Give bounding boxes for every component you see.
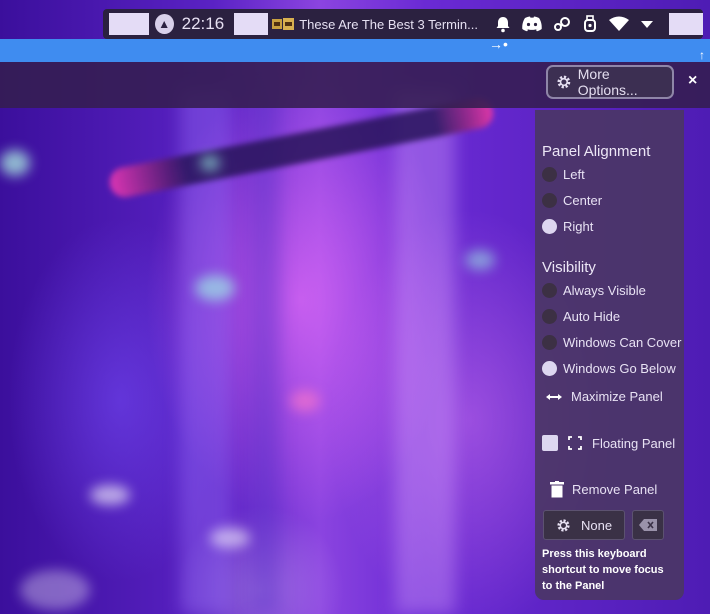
clear-shortcut-button[interactable] [632, 510, 664, 540]
panel-move-arrow-icon[interactable]: →• [489, 36, 508, 52]
discord-icon[interactable] [521, 16, 543, 32]
keyboard-shortcut-button[interactable]: None [543, 510, 625, 540]
panel-resize-arrow-icon[interactable]: ↑ [699, 48, 705, 62]
backspace-icon [639, 519, 657, 531]
floating-panel-toggle[interactable]: Floating Panel [542, 435, 675, 451]
more-options-button[interactable]: More Options... [546, 65, 674, 99]
shortcut-help-text: Press this keyboard shortcut to move foc… [542, 548, 664, 592]
radio-label: Always Visible [563, 283, 646, 298]
panel-alignment-title: Panel Alignment [542, 143, 651, 160]
floating-panel-checkbox[interactable] [542, 435, 558, 451]
visibility-title: Visibility [542, 259, 596, 276]
panel-edit-accent-bar [0, 39, 710, 62]
visibility-windows-can-cover-radio[interactable]: Windows Can Cover [542, 335, 682, 350]
steam-icon[interactable] [552, 16, 572, 32]
chevron-down-icon[interactable] [639, 18, 655, 30]
video-thumbnail-icon [272, 18, 295, 30]
alignment-center-radio[interactable]: Center [542, 193, 602, 208]
trash-icon [550, 481, 564, 498]
radio-indicator [542, 335, 557, 350]
task-item[interactable]: These Are The Best 3 Termin... [272, 16, 478, 32]
horizontal-arrows-icon [546, 393, 562, 400]
panel-spacer [234, 13, 269, 35]
panel-spacer [668, 13, 703, 35]
radio-indicator [542, 167, 557, 182]
remove-panel-button[interactable]: Remove Panel [550, 481, 657, 498]
keyboard-shortcut-value: None [581, 517, 613, 533]
gear-icon [557, 75, 571, 89]
maximize-panel-label: Maximize Panel [571, 389, 663, 404]
radio-indicator [542, 219, 557, 234]
floating-panel-label: Floating Panel [592, 435, 676, 451]
wifi-icon[interactable] [608, 16, 630, 32]
clock[interactable]: 22:16 [182, 14, 225, 34]
top-panel: ▲ 22:16 These Are The Best 3 Termin... [103, 9, 703, 39]
radio-label: Windows Can Cover [563, 335, 682, 350]
radio-indicator [542, 193, 557, 208]
radio-indicator [542, 283, 557, 298]
maximize-panel-button[interactable]: Maximize Panel [545, 389, 663, 404]
remove-panel-label: Remove Panel [572, 482, 658, 497]
task-item-title: These Are The Best 3 Termin... [299, 16, 478, 32]
visibility-windows-go-below-radio[interactable]: Windows Go Below [542, 361, 676, 376]
radio-indicator [542, 361, 557, 376]
radio-label: Right [563, 219, 594, 234]
visibility-auto-hide-radio[interactable]: Auto Hide [542, 309, 620, 324]
radio-label: Left [563, 167, 585, 182]
radio-indicator [542, 309, 557, 324]
panel-spacer [109, 13, 149, 35]
floating-panel-icon [568, 436, 582, 450]
radio-label: Auto Hide [563, 309, 621, 324]
gear-icon [557, 518, 570, 532]
close-button[interactable]: × [688, 72, 697, 90]
radio-label: Center [563, 193, 603, 208]
alignment-left-radio[interactable]: Left [542, 167, 585, 182]
notification-bell-icon[interactable] [494, 15, 512, 33]
radio-label: Windows Go Below [563, 361, 676, 376]
visibility-always-visible-radio[interactable]: Always Visible [542, 283, 646, 298]
more-options-label: More Options... [577, 66, 638, 98]
launcher-icon[interactable]: ▲ [154, 14, 174, 34]
alignment-right-radio[interactable]: Right [542, 219, 593, 234]
panel-options-popup: Panel Alignment Left Center Right Visibi… [535, 110, 684, 600]
usb-icon[interactable] [581, 15, 599, 33]
